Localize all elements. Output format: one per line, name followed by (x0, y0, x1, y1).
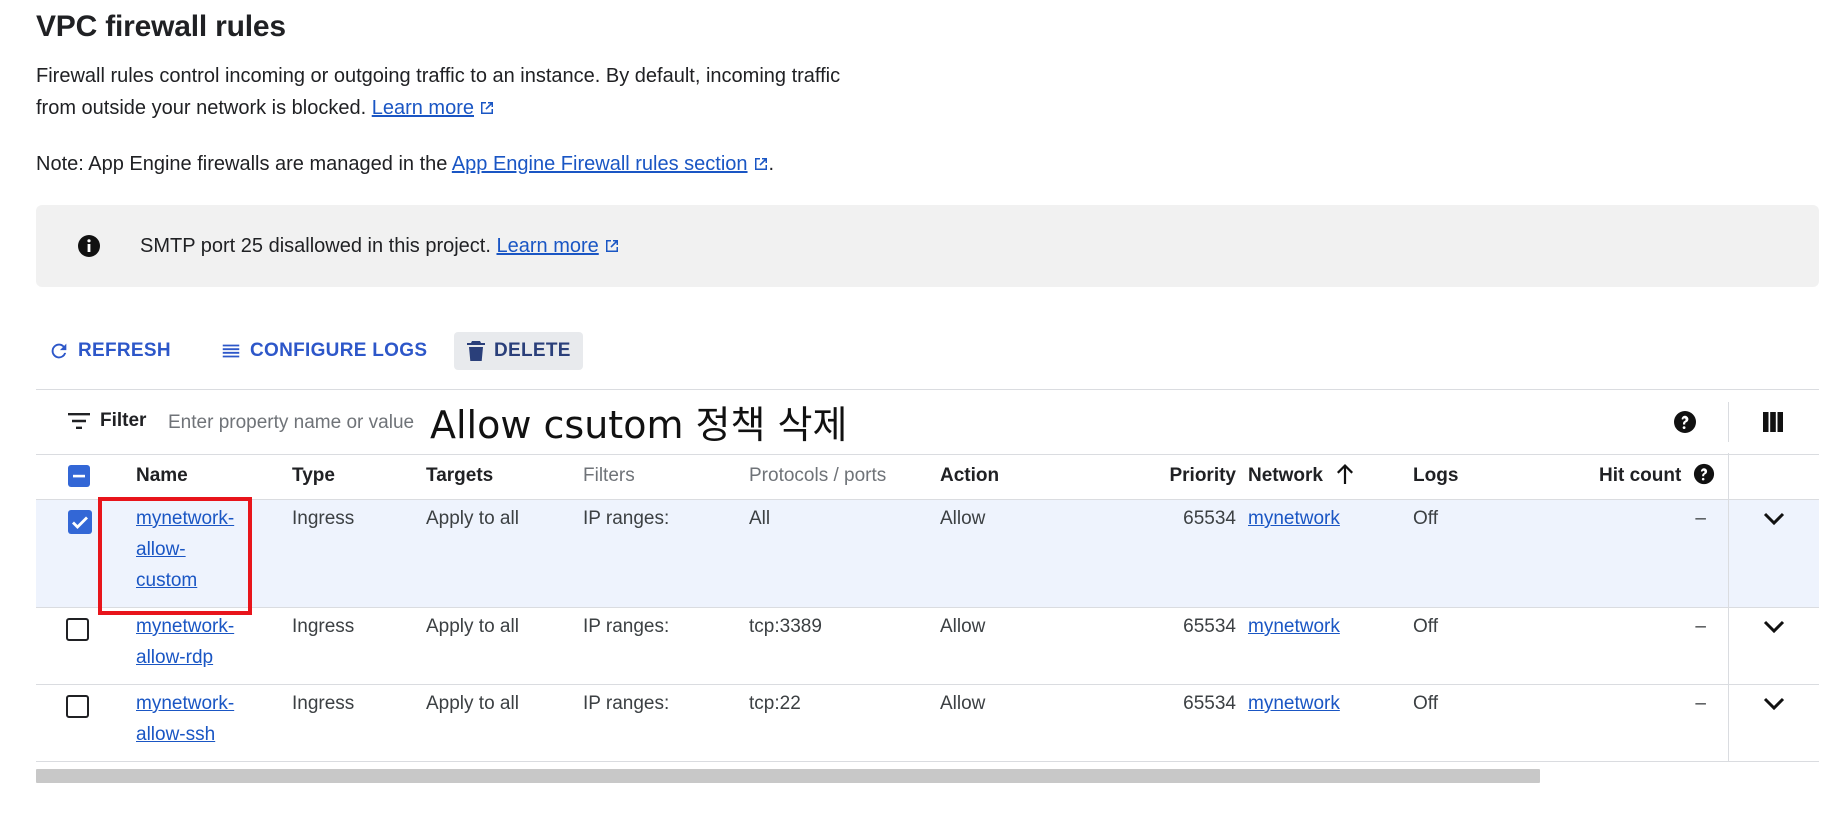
table-row: mynetwork- allow-ssh Ingress Apply to al… (36, 685, 1819, 762)
page-title: VPC firewall rules (36, 10, 286, 43)
rule-logs: Off (1413, 616, 1438, 637)
rule-logs: Off (1413, 693, 1438, 714)
rule-targets: Apply to all (426, 693, 519, 714)
configure-logs-button[interactable]: CONFIGURE LOGS (208, 332, 439, 370)
help-icon[interactable] (1673, 410, 1697, 434)
external-link-icon (754, 158, 767, 170)
rule-priority: 65534 (1183, 508, 1236, 529)
trash-icon (467, 341, 485, 361)
row-checkbox[interactable] (68, 510, 92, 534)
smtp-info-banner: SMTP port 25 disallowed in this project.… (36, 205, 1819, 287)
chevron-down-icon[interactable] (1763, 697, 1785, 711)
header-targets[interactable]: Targets (426, 460, 493, 491)
sort-ascending-icon (1337, 464, 1354, 484)
external-link-icon (481, 102, 493, 114)
chevron-down-icon[interactable] (1763, 512, 1785, 526)
rule-name-link[interactable]: mynetwork- allow-ssh (136, 688, 234, 750)
rule-action: Allow (940, 693, 986, 714)
row-checkbox[interactable] (66, 618, 89, 641)
rule-type: Ingress (292, 693, 355, 714)
rule-logs: Off (1413, 508, 1438, 529)
help-icon[interactable] (1693, 463, 1715, 485)
refresh-icon (51, 343, 67, 359)
header-priority[interactable]: Priority (1126, 460, 1236, 491)
banner-message: SMTP port 25 disallowed in this project. (140, 235, 491, 257)
column-divider (1728, 453, 1729, 499)
select-all-checkbox[interactable] (68, 465, 90, 487)
header-filters: Filters (583, 465, 635, 486)
app-engine-firewall-link[interactable]: App Engine Firewall rules section (452, 153, 748, 175)
table-row: mynetwork- allow-rdp Ingress Apply to al… (36, 608, 1819, 685)
banner-text: SMTP port 25 disallowed in this project.… (140, 230, 620, 262)
list-icon (222, 344, 240, 358)
learn-more-link[interactable]: Learn more (372, 97, 474, 119)
rule-protocols: tcp:3389 (749, 616, 822, 637)
delete-button[interactable]: DELETE (454, 332, 583, 370)
filter-input[interactable] (166, 406, 466, 440)
header-protocols: Protocols / ports (749, 465, 887, 486)
rule-protocols: tcp:22 (749, 693, 801, 714)
filter-label: Filter (100, 410, 147, 431)
refresh-label: REFRESH (78, 340, 171, 361)
rule-hit-count: – (1695, 616, 1706, 637)
row-checkbox[interactable] (66, 695, 89, 718)
table-row: mynetwork- allow- custom Ingress Apply t… (36, 500, 1819, 608)
header-name[interactable]: Name (136, 460, 188, 491)
table-header-row: Name Type Targets Filters Protocols / po… (36, 453, 1819, 500)
rule-type: Ingress (292, 508, 355, 529)
info-icon (78, 235, 100, 257)
column-divider (1728, 685, 1729, 761)
rule-hit-count: – (1695, 508, 1706, 529)
horizontal-scrollbar[interactable] (36, 769, 1540, 783)
filter-bar: Filter (36, 389, 1819, 455)
refresh-button[interactable]: REFRESH (36, 332, 183, 370)
delete-label: DELETE (494, 340, 571, 361)
chevron-down-icon[interactable] (1763, 620, 1785, 634)
external-link-icon (605, 240, 618, 252)
header-action[interactable]: Action (940, 460, 999, 491)
rule-action: Allow (940, 508, 986, 529)
app-engine-note: Note: App Engine firewalls are managed i… (36, 148, 774, 180)
rule-hit-count: – (1695, 693, 1706, 714)
action-toolbar: REFRESH CONFIGURE LOGS DELETE (36, 332, 1036, 372)
header-logs[interactable]: Logs (1413, 460, 1458, 491)
rule-priority: 65534 (1183, 616, 1236, 637)
banner-learn-more-link[interactable]: Learn more (496, 235, 598, 257)
header-network-label: Network (1248, 465, 1323, 486)
filter-icon (68, 413, 90, 429)
firewall-rules-table: Name Type Targets Filters Protocols / po… (36, 453, 1819, 762)
rule-network-link[interactable]: mynetwork (1248, 503, 1340, 534)
firewall-rules-page: VPC firewall rules Firewall rules contro… (0, 0, 1840, 813)
note-prefix: Note: App Engine firewalls are managed i… (36, 153, 448, 175)
page-description: Firewall rules control incoming or outgo… (36, 60, 856, 124)
header-network[interactable]: Network (1248, 460, 1354, 491)
rule-priority: 65534 (1183, 693, 1236, 714)
column-display-icon[interactable] (1763, 412, 1783, 432)
rule-targets: Apply to all (426, 616, 519, 637)
rule-filters: IP ranges: (583, 616, 670, 637)
note-suffix: . (768, 153, 775, 175)
annotation-text: Allow csutom 정책 삭제 (430, 403, 848, 447)
rule-targets: Apply to all (426, 508, 519, 529)
column-divider (1728, 608, 1729, 684)
header-hit-count: Hit count (1599, 460, 1715, 491)
rule-network-link[interactable]: mynetwork (1248, 611, 1340, 642)
highlight-box (98, 497, 252, 615)
rule-action: Allow (940, 616, 986, 637)
rule-network-link[interactable]: mynetwork (1248, 688, 1340, 719)
rule-type: Ingress (292, 616, 355, 637)
rule-filters: IP ranges: (583, 693, 670, 714)
toolbar-divider (1728, 402, 1729, 442)
rule-protocols: All (749, 508, 771, 529)
column-divider (1728, 500, 1729, 607)
rule-filters: IP ranges: (583, 508, 670, 529)
header-type[interactable]: Type (292, 460, 335, 491)
header-hit-count-label: Hit count (1599, 465, 1682, 486)
configure-logs-label: CONFIGURE LOGS (250, 340, 428, 361)
rule-name-link[interactable]: mynetwork- allow-rdp (136, 611, 234, 673)
